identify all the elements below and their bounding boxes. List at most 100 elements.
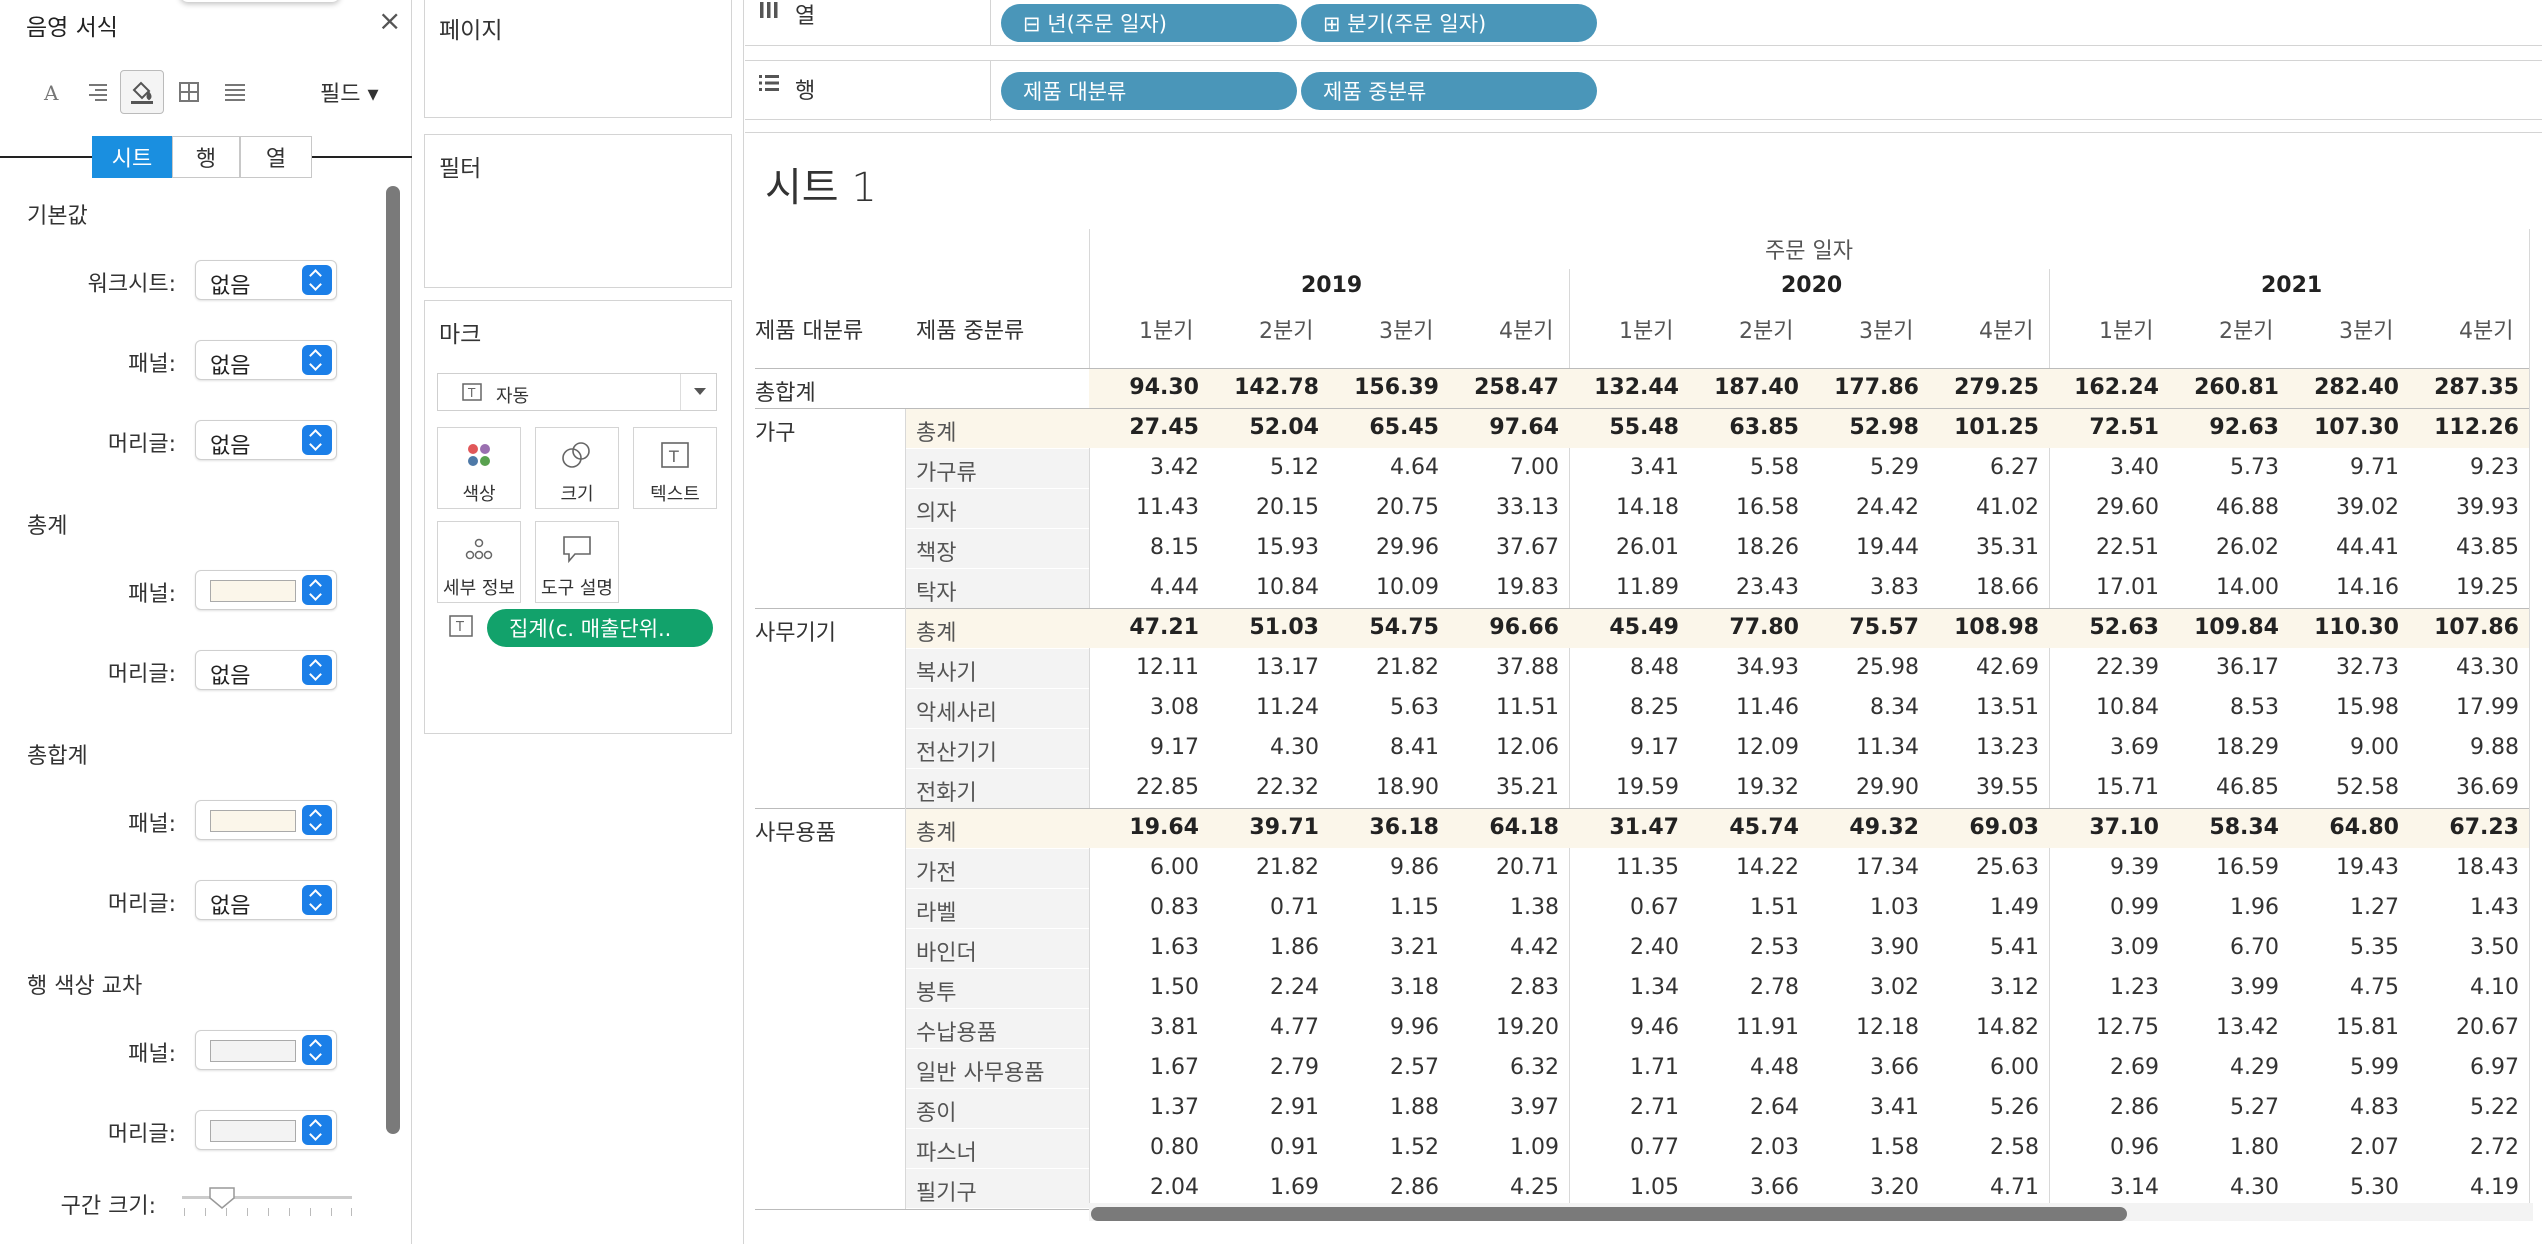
stepper-arrows-icon: [302, 1035, 332, 1065]
value-cell: 1.23: [2110, 975, 2159, 1000]
chevron-down-icon[interactable]: [680, 374, 716, 410]
panel-label: 패널:: [128, 352, 176, 377]
font-format-icon[interactable]: A: [30, 70, 74, 114]
tooltip-mark-button[interactable]: 도구 설명: [535, 521, 619, 603]
value-cell: 5.35: [2350, 935, 2399, 960]
row-header-subcategory: 제품 중분류: [916, 319, 1025, 344]
value-cell: 3.42: [1150, 455, 1199, 480]
worksheet-shading-select[interactable]: 없음: [195, 260, 337, 300]
value-cell: 1.03: [1870, 895, 1919, 920]
value-cell: 19.44: [1856, 535, 1919, 560]
value-cell: 36.17: [2216, 655, 2279, 680]
marks-card-title: 마크: [439, 322, 482, 348]
total-value: 37.10: [2089, 815, 2159, 840]
value-cell: 0.83: [1150, 895, 1199, 920]
value-cell: 1.71: [1630, 1055, 1679, 1080]
select-value: 없음: [210, 664, 251, 689]
color-swatch: [210, 1120, 296, 1142]
shading-format-icon[interactable]: [120, 70, 164, 114]
pages-card[interactable]: 페이지: [424, 0, 732, 118]
subcategory-label: 가구류: [916, 461, 977, 486]
subcategory-label: 전산기기: [916, 741, 997, 766]
value-cell: 2.07: [2350, 1135, 2399, 1160]
size-mark-button[interactable]: 크기: [535, 427, 619, 509]
lines-format-icon[interactable]: [213, 70, 257, 114]
value-cell: 12.09: [1736, 735, 1799, 760]
value-cell: 39.02: [2336, 495, 2399, 520]
value-cell: 1.15: [1390, 895, 1439, 920]
default-panel-select[interactable]: 없음: [195, 340, 337, 380]
year-header: 2021: [2261, 273, 2323, 298]
totals-header-select[interactable]: 없음: [195, 650, 337, 690]
tab-sheet[interactable]: 시트: [92, 136, 172, 178]
value-cell: 17.01: [2096, 575, 2159, 600]
value-cell: 44.41: [2336, 535, 2399, 560]
value-cell: 23.43: [1736, 575, 1799, 600]
value-cell: 41.02: [1976, 495, 2039, 520]
measure-pill[interactable]: 집계(c. 매출단위..: [487, 609, 713, 647]
value-cell: 13.23: [1976, 735, 2039, 760]
value-cell: 15.93: [1256, 535, 1319, 560]
totals-panel-color-select[interactable]: [195, 570, 337, 610]
category-divider: [755, 808, 2529, 809]
category-pill[interactable]: 제품 대분류: [1001, 72, 1297, 110]
subcategory-pill[interactable]: 제품 중분류: [1301, 72, 1597, 110]
color-mark-button[interactable]: 색상: [437, 427, 521, 509]
value-cell: 14.22: [1736, 855, 1799, 880]
section-default-title: 기본값: [27, 204, 88, 229]
quarter-header: 4분기: [1499, 319, 1554, 344]
band-size-slider-thumb[interactable]: [208, 1186, 236, 1210]
filters-card[interactable]: 필터: [424, 134, 732, 288]
value-cell: 0.91: [1270, 1135, 1319, 1160]
value-cell: 1.86: [1270, 935, 1319, 960]
value-cell: 20.15: [1256, 495, 1319, 520]
pane-vertical-scrollbar[interactable]: [386, 186, 400, 1134]
mark-type-dropdown[interactable]: T 자동: [437, 373, 717, 411]
tab-rows[interactable]: 행: [172, 136, 240, 178]
total-value: 92.63: [2209, 415, 2279, 440]
quarter-header: 3분기: [1859, 319, 1914, 344]
year-order-date-pill[interactable]: ⊟ 년(주문 일자): [1001, 4, 1297, 42]
header-label: 머리글:: [107, 1122, 176, 1147]
rows-shelf[interactable]: 행 제품 대분류 제품 중분류: [745, 60, 2542, 121]
value-cell: 11.91: [1736, 1015, 1799, 1040]
close-icon[interactable]: ×: [378, 4, 401, 37]
total-value: 142.78: [1234, 375, 1319, 400]
speech-bubble-icon: [536, 532, 618, 566]
date-header: 주문 일자: [1765, 239, 1853, 264]
alignment-format-icon[interactable]: [76, 70, 120, 114]
value-cell: 2.64: [1750, 1095, 1799, 1120]
value-cell: 8.48: [1630, 655, 1679, 680]
value-cell: 12.06: [1496, 735, 1559, 760]
default-header-select[interactable]: 없음: [195, 420, 337, 460]
quarter-order-date-pill[interactable]: ⊞ 분기(주문 일자): [1301, 4, 1597, 42]
value-cell: 3.50: [2470, 935, 2519, 960]
svg-text:T: T: [668, 447, 679, 466]
tab-columns[interactable]: 열: [240, 136, 312, 178]
value-cell: 3.18: [1390, 975, 1439, 1000]
grand-totals-header-select[interactable]: 없음: [195, 880, 337, 920]
value-cell: 11.89: [1616, 575, 1679, 600]
value-cell: 39.55: [1976, 775, 2039, 800]
total-value: 110.30: [2314, 615, 2399, 640]
text-mark-button[interactable]: T 텍스트: [633, 427, 717, 509]
grand-totals-panel-color-select[interactable]: [195, 800, 337, 840]
color-swatch: [210, 1040, 296, 1062]
columns-shelf[interactable]: 열 ⊟ 년(주문 일자) ⊞ 분기(주문 일자): [745, 0, 2542, 46]
subcategory-label: 바인더: [916, 941, 977, 966]
total-value: 27.45: [1129, 415, 1199, 440]
field-dropdown[interactable]: 필드 ▾: [320, 76, 379, 108]
value-cell: 5.99: [2350, 1055, 2399, 1080]
banding-panel-color-select[interactable]: [195, 1030, 337, 1070]
subcategory-label: 탁자: [916, 581, 957, 606]
detail-mark-button[interactable]: 세부 정보: [437, 521, 521, 603]
borders-format-icon[interactable]: [167, 70, 211, 114]
value-cell: 5.73: [2230, 455, 2279, 480]
cards-column: 페이지 필터 마크 T 자동 색상 크기 T 텍스트 세부 정보 도구 설명 T…: [414, 0, 744, 1244]
quarter-header: 4분기: [2459, 319, 2514, 344]
year-header: 2020: [1781, 273, 1843, 298]
rows-shelf-label: 행: [745, 61, 991, 121]
banding-header-color-select[interactable]: [195, 1110, 337, 1150]
value-cell: 2.91: [1270, 1095, 1319, 1120]
horizontal-scrollbar-thumb[interactable]: [1091, 1207, 2127, 1221]
